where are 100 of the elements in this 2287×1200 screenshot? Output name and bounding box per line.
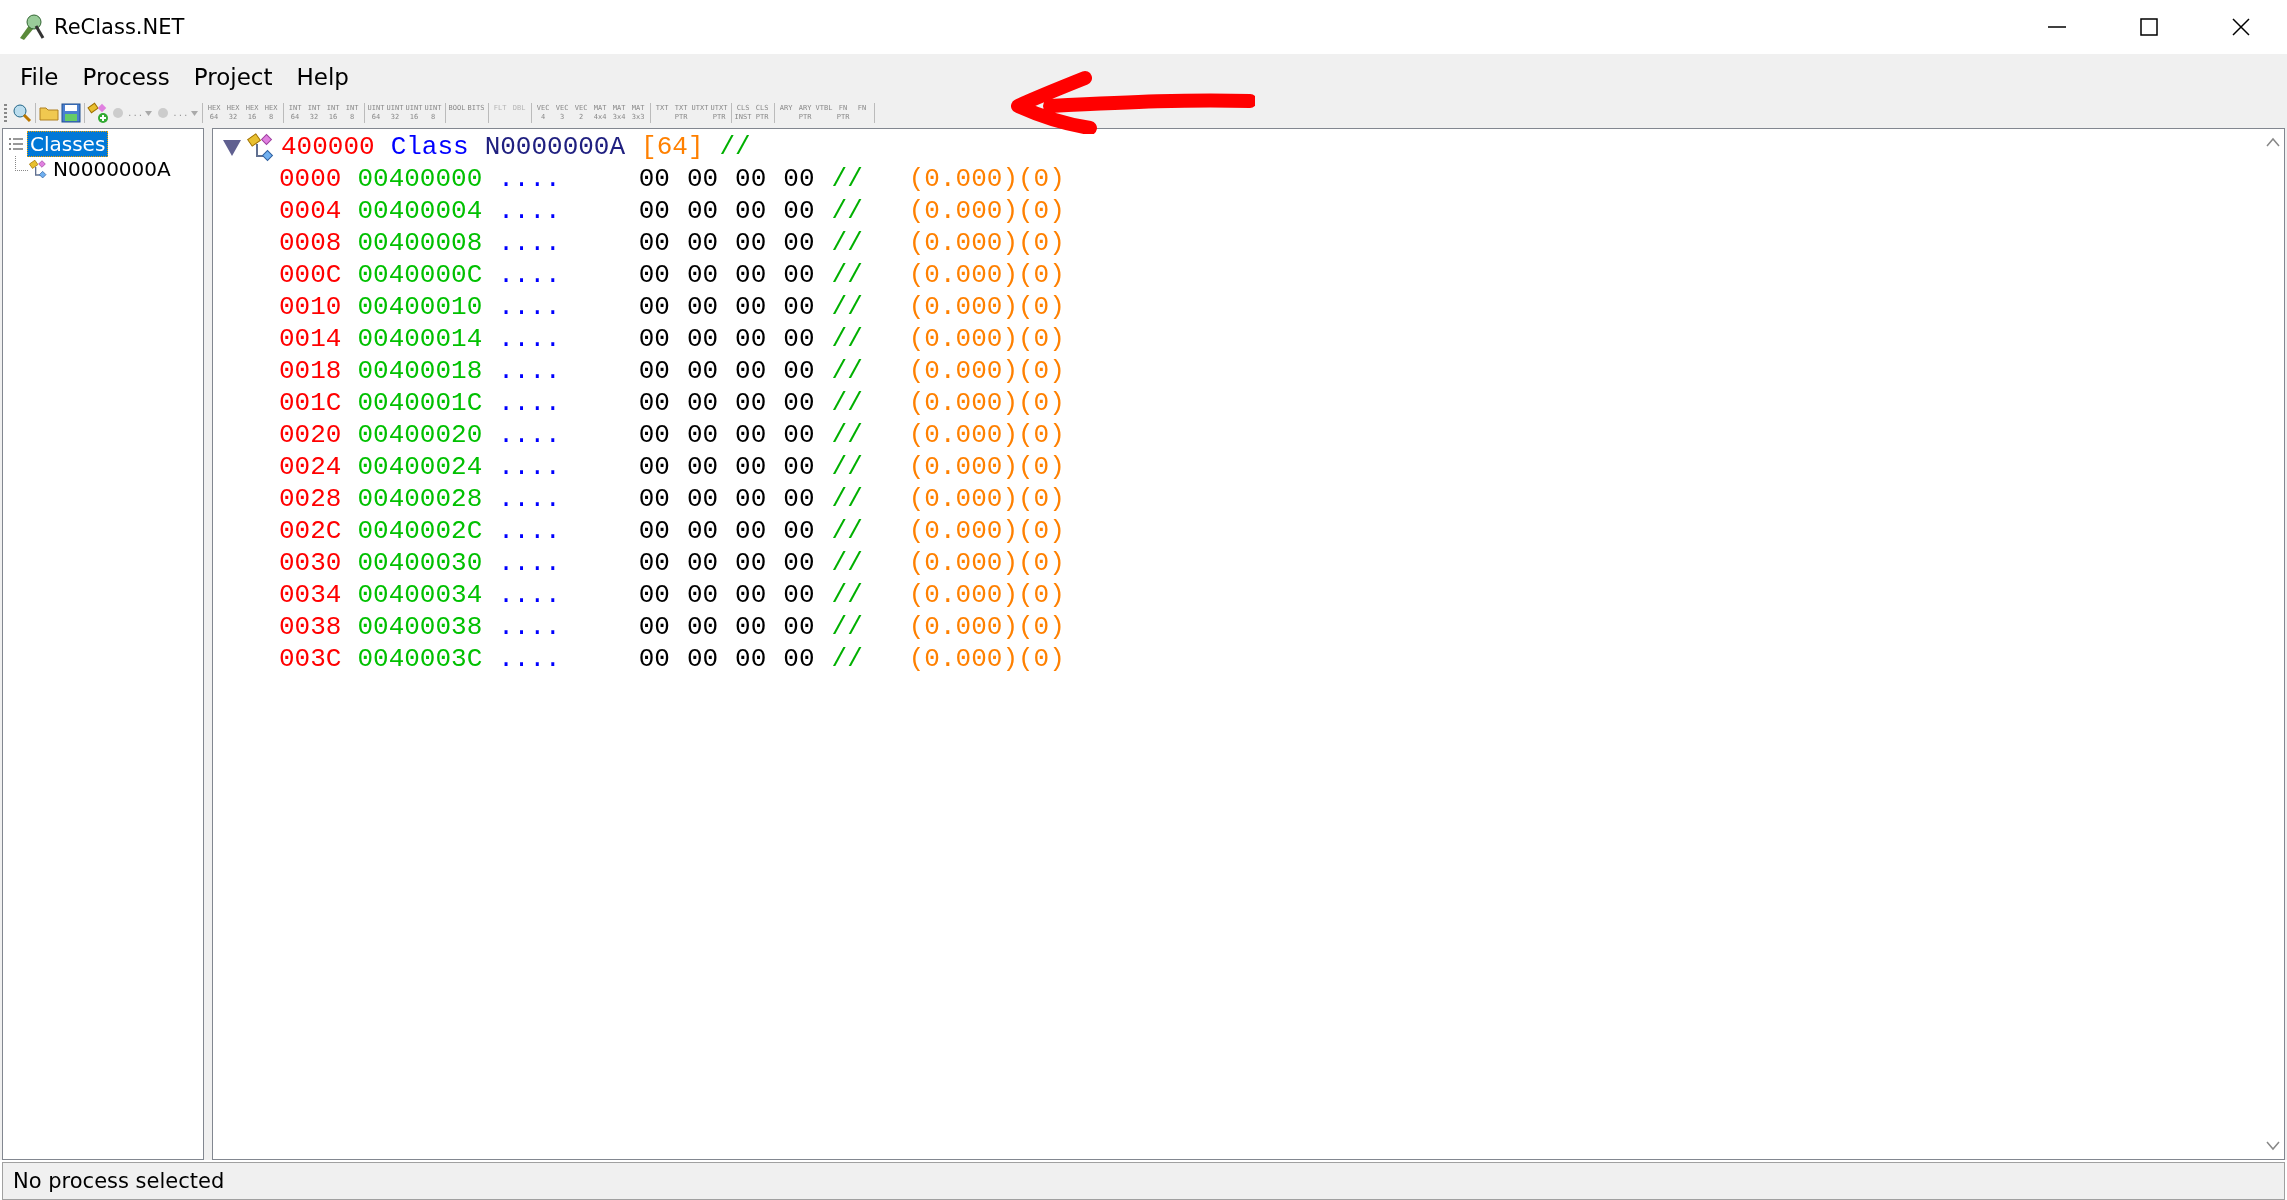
address-text: 00400014	[357, 323, 483, 355]
comment-marker: //	[831, 579, 863, 611]
hex-byte: 00	[638, 611, 670, 643]
hex-byte: 00	[783, 611, 815, 643]
address-text: 0040002C	[357, 515, 483, 547]
comment-marker: //	[831, 259, 863, 291]
float-value: (0.000)	[908, 579, 1018, 611]
hex-byte: 00	[638, 163, 670, 195]
hex-byte: 00	[686, 387, 719, 419]
ascii-text: ....	[498, 547, 561, 579]
offset-text: 0010	[279, 291, 342, 323]
float-value: (0.000)	[908, 547, 1018, 579]
float-value: (0.000)	[908, 227, 1018, 259]
ascii-text: ....	[498, 451, 561, 483]
caret-icon	[190, 110, 198, 116]
float-value: (0.000)	[908, 355, 1018, 387]
hex-byte: 00	[638, 419, 670, 451]
address-text: 00400010	[357, 291, 483, 323]
hex-byte: 00	[638, 291, 670, 323]
ascii-text: ....	[498, 195, 561, 227]
menu-item[interactable]: Project	[181, 60, 285, 94]
hex-byte: 00	[686, 163, 719, 195]
hex-byte: 00	[783, 451, 815, 483]
ascii-text: ....	[498, 515, 561, 547]
hex-byte: 00	[783, 579, 815, 611]
hex-byte: 00	[686, 419, 719, 451]
menu-item[interactable]: File	[8, 60, 71, 94]
hex-byte: 00	[735, 643, 767, 675]
int-value: (0)	[1018, 547, 1065, 579]
hex-byte: 00	[686, 323, 719, 355]
hex-byte: 00	[638, 323, 670, 355]
menu-item[interactable]: Help	[284, 60, 361, 94]
hex-byte: 00	[638, 387, 670, 419]
float-value: (0.000)	[908, 291, 1018, 323]
class-size: [64]	[641, 131, 704, 163]
int-value: (0)	[1018, 163, 1065, 195]
minimize-icon	[2048, 26, 2066, 28]
int-value: (0)	[1018, 195, 1065, 227]
offset-text: 002C	[279, 515, 342, 547]
save-button[interactable]	[60, 102, 82, 124]
offset-text: 000C	[279, 259, 342, 291]
float-value: (0.000)	[908, 419, 1018, 451]
offset-text: 0024	[279, 451, 342, 483]
class-name[interactable]: N0000000A	[484, 131, 626, 163]
offset-text: 0000	[279, 163, 342, 195]
hex-byte: 00	[783, 195, 815, 227]
address-text: 00400030	[357, 547, 483, 579]
scroll-up-icon[interactable]	[2266, 137, 2280, 147]
tree-item[interactable]: N0000000A	[50, 156, 174, 182]
int-value: (0)	[1018, 451, 1065, 483]
address-text: 00400028	[357, 483, 483, 515]
float-value: (0.000)	[908, 611, 1018, 643]
address-text: 00400020	[357, 419, 483, 451]
search-icon	[11, 102, 33, 124]
comment-marker: //	[719, 131, 751, 163]
tree-item[interactable]: Classes	[27, 131, 109, 157]
float-value: (0.000)	[908, 259, 1018, 291]
offset-text: 0030	[279, 547, 342, 579]
float-value: (0.000)	[908, 643, 1018, 675]
comment-marker: //	[831, 419, 863, 451]
ascii-text: ....	[498, 291, 561, 323]
add-class-button[interactable]	[87, 102, 109, 124]
hex-byte: 00	[686, 643, 719, 675]
comment-marker: //	[831, 355, 863, 387]
comment-marker: //	[831, 323, 863, 355]
comment-marker: //	[831, 387, 863, 419]
address-text: 00400018	[357, 355, 483, 387]
address-text: 0040000C	[357, 259, 483, 291]
hex-byte: 00	[638, 579, 670, 611]
comment-marker: //	[831, 483, 863, 515]
caret-icon	[145, 110, 153, 116]
int-value: (0)	[1018, 387, 1065, 419]
address-text: 00400008	[357, 227, 483, 259]
hex-byte: 00	[686, 579, 719, 611]
hex-byte: 00	[735, 579, 767, 611]
ascii-text: ....	[498, 419, 561, 451]
int-value: (0)	[1018, 483, 1065, 515]
int-value: (0)	[1018, 323, 1065, 355]
int-value: (0)	[1018, 259, 1065, 291]
menu-item[interactable]: Process	[70, 60, 182, 94]
offset-text: 0018	[279, 355, 342, 387]
offset-text: 0020	[279, 419, 342, 451]
float-value: (0.000)	[908, 163, 1018, 195]
status-text: No process selected	[13, 1169, 225, 1193]
comment-marker: //	[831, 451, 863, 483]
hex-byte: 00	[735, 483, 767, 515]
hex-byte: 00	[735, 387, 767, 419]
hex-byte: 00	[686, 227, 719, 259]
class-icon	[28, 159, 50, 179]
ascii-text: ....	[498, 611, 561, 643]
scroll-down-icon[interactable]	[2266, 1141, 2280, 1151]
hex-byte: 00	[783, 483, 815, 515]
hex-byte: 00	[783, 515, 815, 547]
hex-byte: 00	[783, 547, 815, 579]
int-value: (0)	[1018, 611, 1065, 643]
hex-byte: 00	[638, 515, 670, 547]
ascii-text: ....	[498, 579, 561, 611]
search-button[interactable]	[11, 102, 33, 124]
int-value: (0)	[1018, 579, 1065, 611]
offset-text: 003C	[279, 643, 342, 675]
